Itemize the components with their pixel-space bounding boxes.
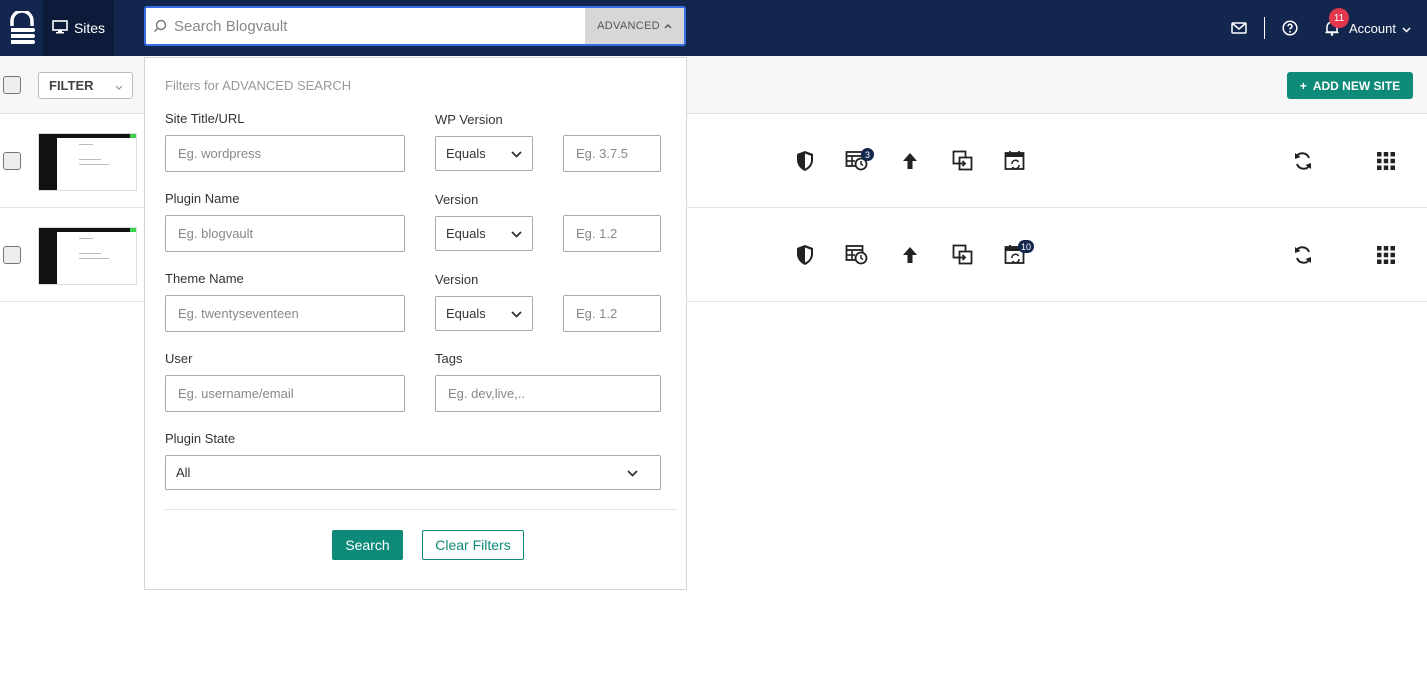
wp-version-label: WP Version (435, 112, 503, 127)
backups-count-badge: 3 (861, 148, 874, 161)
chevron-up-icon (664, 20, 672, 32)
upload-arrow-icon[interactable] (898, 149, 922, 173)
grid-menu-icon[interactable] (1374, 149, 1398, 173)
calendar-sync-icon[interactable] (1003, 149, 1027, 173)
site-row-checkbox[interactable] (3, 152, 21, 170)
user-input[interactable] (165, 375, 405, 412)
site-title-input[interactable] (165, 135, 405, 172)
panel-divider (165, 509, 677, 510)
tags-input[interactable] (435, 375, 661, 412)
upload-arrow-icon[interactable] (898, 243, 922, 267)
top-right-controls: 11 Account (1228, 0, 1411, 56)
panel-title: Filters for ADVANCED SEARCH (165, 78, 352, 93)
help-icon[interactable] (1279, 17, 1301, 39)
plus-icon: + (1299, 78, 1307, 93)
advanced-search-panel: Filters for ADVANCED SEARCH Site Title/U… (144, 57, 687, 590)
plugin-state-label: Plugin State (165, 431, 236, 446)
wp-version-operator-value: Equals (446, 146, 486, 161)
plugin-version-label: Version (435, 192, 479, 207)
filter-label: FILTER (49, 78, 94, 93)
backup-schedule-icon[interactable] (845, 243, 869, 267)
theme-version-label: Version (435, 272, 479, 287)
site-thumbnail[interactable] (38, 133, 137, 191)
security-shield-icon[interactable] (793, 149, 817, 173)
wp-version-input[interactable] (563, 135, 661, 172)
theme-version-operator-select[interactable]: Equals (435, 296, 533, 331)
sites-tab[interactable]: Sites (43, 0, 114, 56)
plugin-name-input[interactable] (165, 215, 405, 252)
sync-refresh-icon[interactable] (1291, 243, 1315, 267)
divider (1264, 17, 1266, 39)
theme-name-input[interactable] (165, 295, 405, 332)
account-menu[interactable]: Account (1349, 21, 1411, 36)
chevron-down-icon (511, 226, 522, 241)
top-navbar: Sites ADVANCED 11 Account (0, 0, 1427, 56)
select-all-checkbox[interactable] (3, 76, 21, 94)
migrate-icon[interactable] (951, 149, 975, 173)
chevron-down-icon (627, 465, 638, 480)
wp-version-operator-select[interactable]: Equals (435, 136, 533, 171)
mail-icon[interactable] (1228, 17, 1250, 39)
account-label: Account (1349, 20, 1396, 36)
backup-schedule-icon[interactable]: 3 (845, 148, 874, 173)
filter-dropdown[interactable]: FILTER (38, 72, 133, 99)
security-shield-icon[interactable] (793, 243, 817, 267)
site-title-label: Site Title/URL (165, 111, 245, 126)
schedule-count-badge: 10 (1018, 240, 1035, 253)
chevron-down-icon (115, 78, 123, 93)
advanced-search-toggle[interactable]: ADVANCED (585, 8, 684, 44)
plugin-state-select[interactable]: All (165, 455, 661, 490)
site-thumbnail[interactable] (38, 227, 137, 285)
plugin-version-input[interactable] (563, 215, 661, 252)
chevron-down-icon (511, 306, 522, 321)
theme-version-operator-value: Equals (446, 306, 486, 321)
clear-filters-button[interactable]: Clear Filters (422, 530, 524, 560)
theme-name-label: Theme Name (165, 271, 244, 286)
add-site-label: ADD NEW SITE (1312, 78, 1401, 93)
notifications-bell-icon[interactable]: 11 (1321, 8, 1350, 39)
global-search-bar: ADVANCED (144, 6, 686, 46)
advanced-label: ADVANCED (597, 20, 660, 32)
site-row-checkbox[interactable] (3, 246, 21, 264)
chevron-down-icon (1402, 21, 1411, 36)
plugin-name-label: Plugin Name (165, 191, 240, 206)
plugin-state-value: All (176, 465, 191, 480)
plugin-version-operator-value: Equals (446, 226, 486, 241)
sync-refresh-icon[interactable] (1291, 149, 1315, 173)
search-button[interactable]: Search (332, 530, 403, 560)
monitor-icon (52, 19, 68, 37)
user-label: User (165, 351, 193, 366)
theme-version-input[interactable] (563, 295, 661, 332)
sites-tab-label: Sites (73, 20, 106, 36)
add-new-site-button[interactable]: + ADD NEW SITE (1287, 72, 1413, 99)
plugin-version-operator-select[interactable]: Equals (435, 216, 533, 251)
grid-menu-icon[interactable] (1374, 243, 1398, 267)
tags-label: Tags (435, 351, 463, 366)
search-icon (146, 8, 174, 44)
search-input[interactable] (174, 8, 585, 44)
migrate-icon[interactable] (951, 243, 975, 267)
notifications-badge: 11 (1329, 8, 1350, 28)
chevron-down-icon (511, 146, 522, 161)
calendar-sync-icon[interactable]: 10 (1003, 240, 1035, 267)
blogvault-logo[interactable] (0, 0, 43, 56)
